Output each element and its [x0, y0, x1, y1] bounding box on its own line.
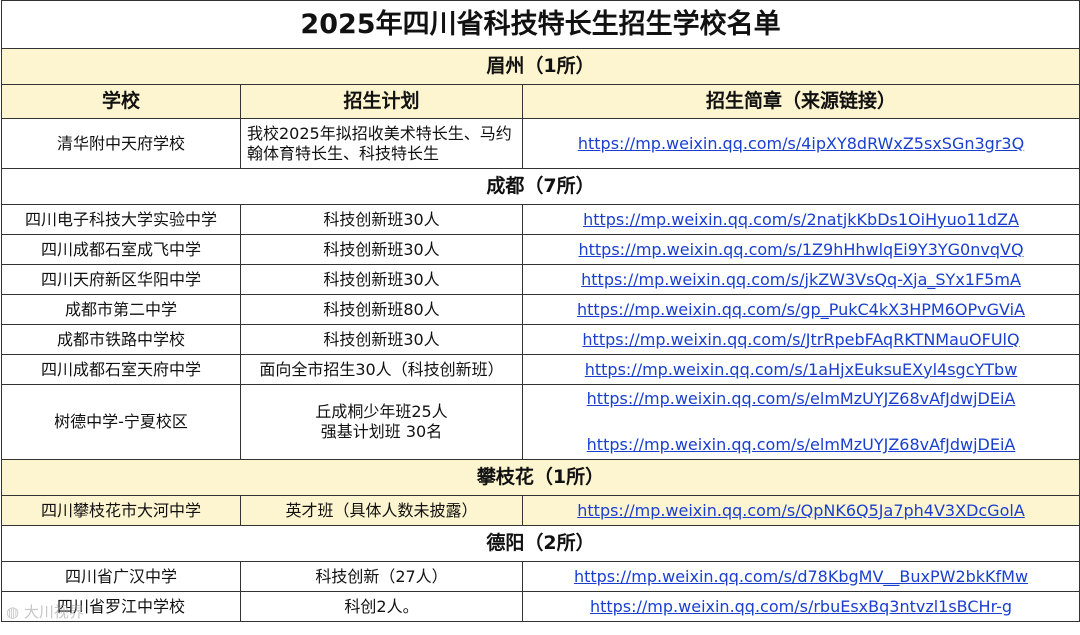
source-link[interactable]: https://mp.weixin.qq.com/s/JtrRpebFAqRKT…: [582, 330, 1019, 349]
region-title: 攀枝花（1所）: [0, 459, 1080, 496]
school-name: 四川天府新区华阳中学: [1, 264, 241, 295]
school-name: 成都市铁路中学校: [1, 324, 241, 355]
table-row: 四川省广汉中学 科技创新（27人） https://mp.weixin.qq.c…: [1, 561, 1080, 592]
table-row: 成都市铁路中学校 科技创新班30人 https://mp.weixin.qq.c…: [1, 324, 1080, 355]
header-plan: 招生计划: [240, 84, 523, 119]
enrollment-plan: 丘成桐少年班25人 强基计划班 30名: [240, 384, 523, 460]
source-link-cell: https://mp.weixin.qq.com/s/JtrRpebFAqRKT…: [521, 324, 1080, 355]
source-link-cell: https://mp.weixin.qq.com/s/1Z9hHhwlqEi9Y…: [521, 234, 1080, 265]
source-link-cell: https://mp.weixin.qq.com/s/d78KbgMV__Bux…: [521, 561, 1080, 592]
region-row-chengdu: 成都（7所）: [0, 168, 1080, 205]
watermark-text: 大川视界: [23, 603, 84, 621]
source-link-cell: https://mp.weixin.qq.com/s/QpNK6Q5Ja7ph4…: [521, 495, 1080, 526]
region-row-panzhihua: 攀枝花（1所）: [0, 459, 1080, 496]
source-link[interactable]: https://mp.weixin.qq.com/s/elmMzUYJZ68vA…: [527, 389, 1075, 409]
source-link[interactable]: https://mp.weixin.qq.com/s/jkZW3VsQq-Xja…: [581, 270, 1021, 289]
source-link[interactable]: https://mp.weixin.qq.com/s/1aHjxEuksuEXy…: [585, 360, 1018, 379]
plan-line: 强基计划班 30名: [320, 422, 443, 441]
source-link[interactable]: https://mp.weixin.qq.com/s/1Z9hHhwlqEi9Y…: [578, 240, 1023, 259]
region-row-deyang: 德阳（2所）: [0, 525, 1080, 562]
enrollment-plan: 科技创新班30人: [240, 234, 523, 265]
watermark: ◍ 大川视界: [6, 601, 84, 622]
region-title: 眉州（1所）: [0, 48, 1080, 85]
school-name: 四川成都石室成飞中学: [1, 234, 241, 265]
column-header-row: 学校 招生计划 招生简章（来源链接）: [1, 84, 1080, 119]
page-title: 2025年四川省科技特长生招生学校名单: [0, 0, 1080, 49]
source-link-cell: https://mp.weixin.qq.com/s/elmMzUYJZ68vA…: [521, 384, 1080, 460]
source-link-cell: https://mp.weixin.qq.com/s/2natjkKbDs1Oi…: [521, 204, 1080, 235]
watermark-logo-icon: ◍: [6, 603, 24, 621]
plan-line: 丘成桐少年班25人: [315, 402, 448, 421]
enrollment-plan: 科技创新班80人: [240, 294, 523, 325]
source-link[interactable]: https://mp.weixin.qq.com/s/elmMzUYJZ68vA…: [527, 435, 1075, 455]
table-row: 四川天府新区华阳中学 科技创新班30人 https://mp.weixin.qq…: [1, 264, 1080, 295]
enrollment-plan: 科技创新班30人: [240, 324, 523, 355]
table-row: 树德中学-宁夏校区 丘成桐少年班25人 强基计划班 30名 https://mp…: [1, 384, 1080, 460]
source-link[interactable]: https://mp.weixin.qq.com/s/4ipXY8dRWxZ5s…: [578, 134, 1024, 153]
region-title: 成都（7所）: [0, 168, 1080, 205]
school-name: 四川攀枝花市大河中学: [1, 495, 241, 526]
school-name: 树德中学-宁夏校区: [1, 384, 241, 460]
source-link[interactable]: https://mp.weixin.qq.com/s/QpNK6Q5Ja7ph4…: [577, 501, 1025, 520]
school-name: 清华附中天府学校: [1, 118, 241, 169]
enrollment-plan: 我校2025年拟招收美术特长生、马约翰体育特长生、科技特长生: [240, 118, 523, 169]
header-link: 招生简章（来源链接）: [521, 84, 1080, 119]
school-name: 四川成都石室天府中学: [1, 354, 241, 385]
source-link-cell: https://mp.weixin.qq.com/s/4ipXY8dRWxZ5s…: [521, 118, 1080, 169]
table-row: 四川电子科技大学实验中学 科技创新班30人 https://mp.weixin.…: [1, 204, 1080, 235]
enrollment-plan: 科创2人。: [240, 591, 523, 622]
table-row: 四川省罗江中学校 科创2人。 https://mp.weixin.qq.com/…: [1, 591, 1080, 622]
school-list-table: 2025年四川省科技特长生招生学校名单 眉州（1所） 学校 招生计划 招生简章（…: [0, 0, 1080, 622]
source-link-cell: https://mp.weixin.qq.com/s/1aHjxEuksuEXy…: [521, 354, 1080, 385]
table-row: 成都市第二中学 科技创新班80人 https://mp.weixin.qq.co…: [1, 294, 1080, 325]
school-name: 成都市第二中学: [1, 294, 241, 325]
link-spacer: [527, 409, 1075, 435]
enrollment-plan: 科技创新班30人: [240, 264, 523, 295]
table-row: 四川攀枝花市大河中学 英才班（具体人数未披露） https://mp.weixi…: [1, 495, 1080, 526]
region-title: 德阳（2所）: [0, 525, 1080, 562]
school-name: 四川电子科技大学实验中学: [1, 204, 241, 235]
source-link-cell: https://mp.weixin.qq.com/s/jkZW3VsQq-Xja…: [521, 264, 1080, 295]
table-row: 清华附中天府学校 我校2025年拟招收美术特长生、马约翰体育特长生、科技特长生 …: [1, 118, 1080, 169]
source-link[interactable]: https://mp.weixin.qq.com/s/gp_PukC4kX3HP…: [577, 300, 1025, 319]
enrollment-plan: 科技创新（27人）: [240, 561, 523, 592]
school-list-sheet: 2025年四川省科技特长生招生学校名单 眉州（1所） 学校 招生计划 招生简章（…: [0, 0, 1080, 635]
school-name: 四川省广汉中学: [1, 561, 241, 592]
enrollment-plan: 英才班（具体人数未披露）: [240, 495, 523, 526]
enrollment-plan: 科技创新班30人: [240, 204, 523, 235]
source-link-cell: https://mp.weixin.qq.com/s/gp_PukC4kX3HP…: [521, 294, 1080, 325]
region-row-meizhou: 眉州（1所）: [0, 48, 1080, 85]
table-row: 四川成都石室成飞中学 科技创新班30人 https://mp.weixin.qq…: [1, 234, 1080, 265]
enrollment-plan: 面向全市招生30人（科技创新班）: [240, 354, 523, 385]
table-row: 四川成都石室天府中学 面向全市招生30人（科技创新班） https://mp.w…: [1, 354, 1080, 385]
source-link[interactable]: https://mp.weixin.qq.com/s/rbuEsxBq3ntvz…: [590, 597, 1012, 616]
header-school: 学校: [1, 84, 241, 119]
title-row: 2025年四川省科技特长生招生学校名单: [0, 0, 1080, 49]
source-link-cell: https://mp.weixin.qq.com/s/rbuEsxBq3ntvz…: [521, 591, 1080, 622]
source-link[interactable]: https://mp.weixin.qq.com/s/d78KbgMV__Bux…: [574, 567, 1028, 586]
source-link[interactable]: https://mp.weixin.qq.com/s/2natjkKbDs1Oi…: [583, 210, 1019, 229]
